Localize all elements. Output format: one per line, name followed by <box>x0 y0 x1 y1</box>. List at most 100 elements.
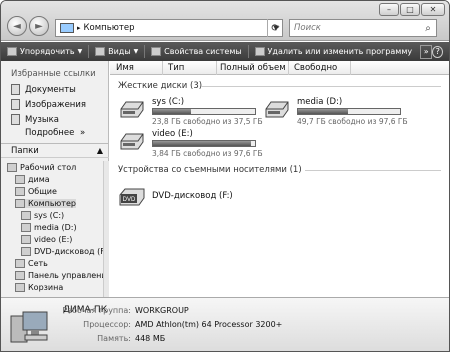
cpu-label: Процессор: <box>83 320 131 329</box>
refresh-icon: ⟳ <box>271 22 280 34</box>
views-button[interactable]: Виды ▼ <box>89 42 144 61</box>
tree-item-computer[interactable]: Компьютер <box>15 199 76 208</box>
drive-usage-bar <box>152 108 256 115</box>
double-chevron-icon: » <box>80 128 86 138</box>
drive-name: media (D:) <box>297 97 343 107</box>
tree-item-public[interactable]: Общие <box>15 187 57 196</box>
folders-title: Папки <box>11 145 39 156</box>
column-divider[interactable] <box>350 61 351 75</box>
views-label: Виды <box>108 47 131 56</box>
organize-icon <box>7 47 17 56</box>
drive-item-dvd[interactable]: DVD DVD-дисковод (F:) <box>118 185 278 215</box>
maximize-button[interactable]: □ <box>400 3 420 16</box>
folders-scrollbar[interactable] <box>103 161 109 297</box>
drive-item-c[interactable]: sys (C:) 23,8 ГБ свободно из 37,5 ГБ <box>118 97 263 127</box>
drive-usage-fill <box>153 109 191 114</box>
more-favorites-link[interactable]: Подробнее » <box>25 128 85 138</box>
favorite-music[interactable]: Музыка <box>11 114 59 125</box>
folder-icon <box>15 187 25 196</box>
hard-drive-icon <box>265 101 289 118</box>
close-button[interactable]: ✕ <box>421 3 445 16</box>
address-bar[interactable]: ▸ Компьютер ▼ <box>55 19 283 37</box>
title-bar: ◄ ► – □ ✕ ▸ Компьютер ▼ ⟳ Поиск ⌕ <box>1 1 449 41</box>
tree-item-label: sys (C:) <box>34 211 65 220</box>
hard-drive-icon <box>21 211 31 220</box>
address-path[interactable]: Компьютер <box>84 23 270 33</box>
refresh-button[interactable]: ⟳ <box>267 19 283 37</box>
organize-label: Упорядочить <box>20 47 75 56</box>
breadcrumb-separator: ▸ <box>77 24 81 32</box>
column-type[interactable]: Тип <box>168 63 184 73</box>
drive-usage-fill <box>153 141 251 146</box>
tree-item-network[interactable]: Сеть <box>15 259 48 268</box>
tree-item-label: Рабочий стол <box>20 163 77 172</box>
system-properties-button[interactable]: Свойства системы <box>145 42 248 61</box>
memory-label: Память: <box>97 334 131 343</box>
tree-item-label: Панель управлени <box>28 271 107 280</box>
tree-item-user[interactable]: дима <box>15 175 50 184</box>
tree-item-dvd[interactable]: DVD-дисковод (F: <box>21 247 107 256</box>
tree-item-drive-c[interactable]: sys (C:) <box>21 211 64 220</box>
help-icon[interactable]: ? <box>432 45 443 58</box>
folders-header[interactable]: Папки ▲ <box>1 143 109 158</box>
tree-item-drive-d[interactable]: media (D:) <box>21 223 77 232</box>
column-divider[interactable] <box>216 61 217 75</box>
drive-item-e[interactable]: video (E:) 3,84 ГБ свободно из 97,6 ГБ <box>118 129 263 159</box>
tree-item-label: video (E:) <box>34 235 73 244</box>
search-box[interactable]: Поиск ⌕ <box>289 19 437 37</box>
details-pane: ДИМА-ПК Рабочая группа: WORKGROUP Процес… <box>1 297 449 351</box>
forward-button[interactable]: ► <box>29 16 49 36</box>
tree-item-desktop[interactable]: Рабочий стол <box>7 163 76 172</box>
drive-item-d[interactable]: media (D:) 49,7 ГБ свободно из 97,6 ГБ <box>263 97 408 127</box>
tree-item-label: дима <box>28 175 50 184</box>
dvd-drive-icon: DVD <box>119 188 145 206</box>
explorer-window: ◄ ► – □ ✕ ▸ Компьютер ▼ ⟳ Поиск ⌕ Упоряд… <box>0 0 450 352</box>
organize-button[interactable]: Упорядочить ▼ <box>1 42 88 61</box>
back-button[interactable]: ◄ <box>7 16 27 36</box>
favorite-label: Музыка <box>25 114 59 125</box>
search-icon[interactable]: ⌕ <box>420 23 436 34</box>
system-properties-icon <box>151 47 162 56</box>
column-name[interactable]: Имя <box>116 63 134 73</box>
uninstall-program-button[interactable]: Удалить или изменить программу <box>249 42 419 61</box>
tree-item-label: Компьютер <box>28 199 76 208</box>
tree-item-drive-e[interactable]: video (E:) <box>21 235 72 244</box>
minimize-button[interactable]: – <box>379 3 399 16</box>
search-input[interactable]: Поиск <box>290 23 420 33</box>
user-folder-icon <box>15 175 25 184</box>
memory-value: 448 МБ <box>135 334 166 343</box>
drive-usage-fill <box>298 109 348 114</box>
favorite-label: Документы <box>25 84 76 95</box>
drive-usage-bar <box>152 140 256 147</box>
tree-item-recycle-bin[interactable]: Корзина <box>15 283 63 292</box>
tree-item-label: Общие <box>28 187 57 196</box>
drive-free-space: 49,7 ГБ свободно из 97,6 ГБ <box>297 117 408 126</box>
drive-name: sys (C:) <box>152 97 185 107</box>
computer-icon <box>10 311 48 343</box>
command-bar: Упорядочить ▼ Виды ▼ Свойства системы Уд… <box>1 42 449 61</box>
toolbar-overflow-button[interactable]: » <box>420 44 433 59</box>
uninstall-program-label: Удалить или изменить программу <box>267 47 413 56</box>
drive-free-space: 23,8 ГБ свободно из 37,5 ГБ <box>152 117 263 126</box>
column-free-space[interactable]: Свободно <box>294 63 337 73</box>
pictures-icon <box>11 99 20 110</box>
group-divider <box>201 86 441 87</box>
column-divider[interactable] <box>162 61 163 75</box>
control-panel-icon <box>15 271 25 280</box>
group-hard-drives[interactable]: Жесткие диски (3) <box>118 81 202 91</box>
chevron-up-icon: ▲ <box>96 146 103 155</box>
tree-item-control-panel[interactable]: Панель управлени <box>15 271 107 280</box>
group-divider <box>305 170 441 171</box>
documents-icon <box>11 84 20 95</box>
column-divider[interactable] <box>288 61 289 75</box>
views-icon <box>95 47 106 56</box>
favorite-documents[interactable]: Документы <box>11 84 76 95</box>
group-removable-storage[interactable]: Устройства со съемными носителями (1) <box>118 165 302 175</box>
dvd-drive-icon <box>21 247 31 256</box>
uninstall-icon <box>254 47 265 56</box>
favorite-pictures[interactable]: Изображения <box>11 99 86 110</box>
tree-item-label: Корзина <box>28 283 64 292</box>
hard-drive-icon <box>21 223 31 232</box>
column-total-size[interactable]: Полный объем <box>220 63 286 73</box>
drive-free-space: 3,84 ГБ свободно из 97,6 ГБ <box>152 149 263 158</box>
